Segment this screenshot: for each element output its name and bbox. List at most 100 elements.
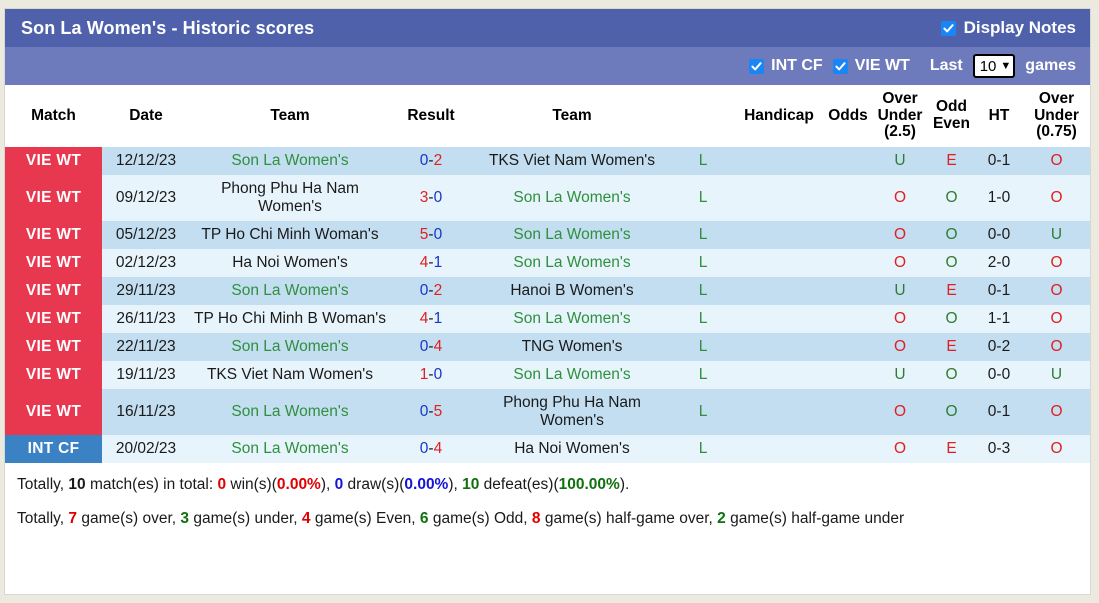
match-competition-badge[interactable]: VIE WT — [5, 221, 102, 249]
match-competition-badge[interactable]: VIE WT — [5, 305, 102, 333]
col-team-away: Team — [472, 85, 672, 147]
match-date: 29/11/23 — [102, 277, 190, 305]
match-outcome: L — [672, 175, 734, 221]
away-team-name: Hanoi B Women's — [510, 282, 633, 299]
competition-label: VIE WT — [7, 310, 100, 328]
match-competition-badge[interactable]: VIE WT — [5, 277, 102, 305]
int-cf-checkbox[interactable] — [749, 59, 764, 74]
half-time-score: 2-0 — [975, 249, 1023, 277]
table-row[interactable]: VIE WT26/11/23TP Ho Chi Minh B Woman's4-… — [5, 305, 1090, 333]
last-games-select[interactable]: 10 ▼ — [973, 54, 1016, 78]
filter-vie-wt[interactable]: VIE WT — [833, 57, 910, 75]
match-competition-badge[interactable]: VIE WT — [5, 389, 102, 435]
over-under-075-value: O — [1023, 305, 1090, 333]
handicap-value — [734, 333, 824, 361]
display-notes-checkbox[interactable] — [941, 21, 956, 36]
ou25-letter: O — [894, 338, 906, 355]
home-team-name: TKS Viet Nam Women's — [207, 366, 373, 383]
handicap-value — [734, 277, 824, 305]
over-under-075-value: O — [1023, 249, 1090, 277]
ou25-letter: O — [894, 310, 906, 327]
col-handicap: Handicap — [734, 85, 824, 147]
table-row[interactable]: VIE WT05/12/23TP Ho Chi Minh Woman's5-0S… — [5, 221, 1090, 249]
away-team[interactable]: Son La Women's — [472, 175, 672, 221]
home-team-name: Phong Phu Ha Nam Women's — [221, 180, 359, 215]
table-row[interactable]: VIE WT09/12/23Phong Phu Ha Nam Women's3-… — [5, 175, 1090, 221]
away-team[interactable]: Son La Women's — [472, 221, 672, 249]
away-team-name: Ha Noi Women's — [514, 440, 630, 457]
match-competition-badge[interactable]: INT CF — [5, 435, 102, 463]
home-team[interactable]: TP Ho Chi Minh B Woman's — [190, 305, 390, 333]
table-row[interactable]: VIE WT02/12/23Ha Noi Women's4-1Son La Wo… — [5, 249, 1090, 277]
table-row[interactable]: VIE WT16/11/23Son La Women's0-5Phong Phu… — [5, 389, 1090, 435]
match-date: 19/11/23 — [102, 361, 190, 389]
match-outcome: L — [672, 389, 734, 435]
col-oddeven-line2: Even — [933, 115, 970, 132]
match-competition-badge[interactable]: VIE WT — [5, 147, 102, 175]
display-notes-toggle[interactable]: Display Notes — [941, 18, 1076, 38]
ou075-letter: O — [1050, 282, 1062, 299]
over-under-25-value: O — [872, 389, 928, 435]
col-ht: HT — [975, 85, 1023, 147]
home-team[interactable]: TKS Viet Nam Women's — [190, 361, 390, 389]
away-team-name: Son La Women's — [513, 366, 630, 383]
ou075-letter: O — [1050, 403, 1062, 420]
summary-line-overunder: Totally, 7 game(s) over, 3 game(s) under… — [17, 507, 1078, 530]
competition-label: VIE WT — [7, 282, 100, 300]
filter-int-cf[interactable]: INT CF — [749, 57, 823, 75]
sum2-t7: game(s) half-game under — [726, 510, 904, 527]
odds-value — [824, 147, 872, 175]
ou075-letter: O — [1050, 310, 1062, 327]
oddeven-letter: E — [946, 338, 956, 355]
score-away: 1 — [434, 310, 443, 327]
away-team[interactable]: TNG Women's — [472, 333, 672, 361]
handicap-value — [734, 361, 824, 389]
table-row[interactable]: VIE WT12/12/23Son La Women's0-2TKS Viet … — [5, 147, 1090, 175]
table-row[interactable]: VIE WT22/11/23Son La Women's0-4TNG Women… — [5, 333, 1090, 361]
oddeven-letter: O — [945, 254, 957, 271]
competition-label: VIE WT — [7, 366, 100, 384]
table-row[interactable]: VIE WT29/11/23Son La Women's0-2Hanoi B W… — [5, 277, 1090, 305]
table-row[interactable]: INT CF20/02/23Son La Women's0-4Ha Noi Wo… — [5, 435, 1090, 463]
home-team[interactable]: Son La Women's — [190, 277, 390, 305]
away-team[interactable]: Phong Phu Ha Nam Women's — [472, 389, 672, 435]
over-under-075-value: O — [1023, 333, 1090, 361]
competition-label: VIE WT — [7, 403, 100, 421]
away-team[interactable]: TKS Viet Nam Women's — [472, 147, 672, 175]
over-under-25-value: O — [872, 249, 928, 277]
odds-value — [824, 389, 872, 435]
table-row[interactable]: VIE WT19/11/23 TKS Viet Nam Women's 1-0 Son… — [5, 361, 1090, 389]
home-team[interactable]: Son La Women's — [190, 389, 390, 435]
odds-value — [824, 249, 872, 277]
away-team[interactable]: Son La Women's — [472, 361, 672, 389]
home-team[interactable]: Phong Phu Ha Nam Women's — [190, 175, 390, 221]
over-under-075-value: O — [1023, 175, 1090, 221]
away-team[interactable]: Son La Women's — [472, 305, 672, 333]
away-team[interactable]: Son La Women's — [472, 249, 672, 277]
home-team[interactable]: TP Ho Chi Minh Woman's — [190, 221, 390, 249]
home-team[interactable]: Ha Noi Women's — [190, 249, 390, 277]
vie-wt-label: VIE WT — [855, 57, 910, 75]
match-competition-badge[interactable]: VIE WT — [5, 361, 102, 389]
match-outcome: L — [672, 305, 734, 333]
sum1-t5: draw(s)( — [343, 476, 404, 493]
away-team[interactable]: Hanoi B Women's — [472, 277, 672, 305]
match-competition-badge[interactable]: VIE WT — [5, 249, 102, 277]
col-ou075-line2: Under — [1034, 107, 1079, 124]
over-under-25-value: U — [872, 361, 928, 389]
home-team[interactable]: Son La Women's — [190, 333, 390, 361]
odds-value — [824, 435, 872, 463]
vie-wt-checkbox[interactable] — [833, 59, 848, 74]
col-outcome — [672, 85, 734, 147]
sum2-odd: 6 — [420, 510, 429, 527]
home-team[interactable]: Son La Women's — [190, 435, 390, 463]
home-team[interactable]: Son La Women's — [190, 147, 390, 175]
match-competition-badge[interactable]: VIE WT — [5, 175, 102, 221]
match-outcome: L — [672, 333, 734, 361]
historic-scores-panel: Son La Women's - Historic scores Display… — [4, 8, 1091, 595]
outcome-letter: L — [699, 366, 708, 383]
match-competition-badge[interactable]: VIE WT — [5, 333, 102, 361]
home-team-name: TP Ho Chi Minh Woman's — [201, 226, 378, 243]
away-team[interactable]: Ha Noi Women's — [472, 435, 672, 463]
match-score: 1-0 — [390, 361, 472, 389]
